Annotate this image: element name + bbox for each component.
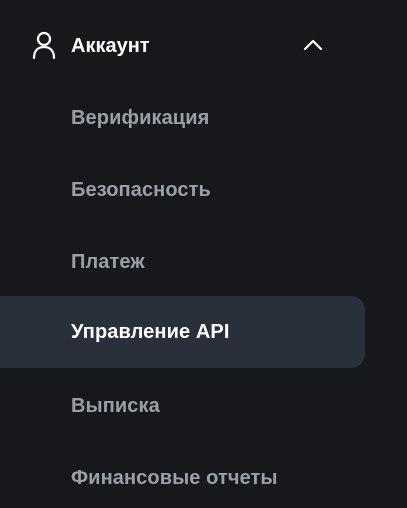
menu-item-financial-reports[interactable]: Финансовые отчеты — [0, 442, 365, 508]
menu-item-payment[interactable]: Платеж — [0, 226, 365, 298]
menu-item-label: Управление API — [71, 321, 230, 343]
account-sidebar: Аккаунт Верификация Безопасность Платеж … — [0, 0, 407, 508]
menu-item-label: Выписка — [71, 395, 160, 417]
account-section-title: Аккаунт — [71, 35, 150, 57]
user-icon — [31, 30, 57, 60]
menu-item-label: Верификация — [71, 107, 210, 129]
chevron-up-icon[interactable] — [302, 36, 324, 52]
menu-item-label: Безопасность — [71, 179, 211, 201]
menu-item-statement[interactable]: Выписка — [0, 370, 365, 442]
menu-item-verification[interactable]: Верификация — [0, 82, 365, 154]
menu-item-label: Платеж — [71, 251, 145, 273]
menu-item-api-management[interactable]: Управление API — [0, 296, 365, 368]
menu-item-label: Финансовые отчеты — [71, 467, 278, 489]
menu-item-security[interactable]: Безопасность — [0, 154, 365, 226]
account-section-header[interactable]: Аккаунт — [0, 10, 365, 82]
